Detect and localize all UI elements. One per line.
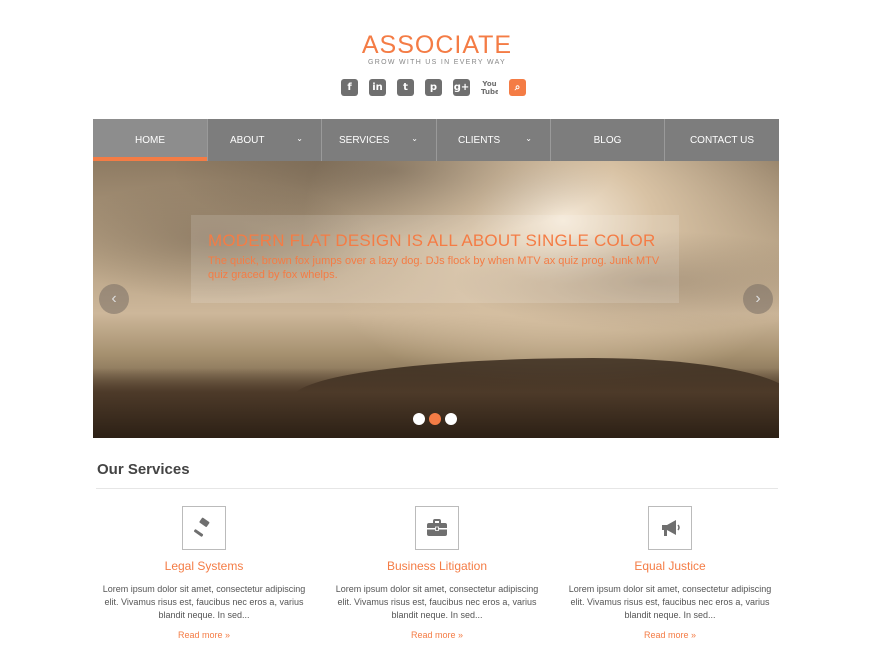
service-title[interactable]: Business Litigation bbox=[331, 559, 543, 574]
slider-prev-arrow-icon[interactable]: ‹ bbox=[99, 284, 129, 314]
slider-dot-2[interactable] bbox=[429, 413, 441, 425]
briefcase-icon[interactable] bbox=[415, 506, 459, 550]
service-card-equal-justice: Equal Justice Lorem ipsum dolor sit amet… bbox=[564, 506, 776, 641]
hero-slider: MODERN FLAT DESIGN IS ALL ABOUT SINGLE C… bbox=[93, 161, 779, 438]
chevron-down-icon: ⌄ bbox=[411, 134, 418, 143]
nav-item-blog[interactable]: BLOG bbox=[551, 119, 665, 161]
google-plus-icon[interactable]: g+ bbox=[453, 79, 470, 96]
service-card-legal-systems: Legal Systems Lorem ipsum dolor sit amet… bbox=[98, 506, 310, 641]
nav-label: CLIENTS bbox=[458, 134, 501, 146]
main-nav: HOME ABOUT ⌄ SERVICES ⌄ CLIENTS ⌄ BLOG C… bbox=[93, 119, 779, 161]
services-heading: Our Services bbox=[97, 461, 190, 478]
search-icon[interactable]: ⌕ bbox=[509, 79, 526, 96]
megaphone-icon[interactable] bbox=[648, 506, 692, 550]
nav-item-clients[interactable]: CLIENTS ⌄ bbox=[437, 119, 551, 161]
slide-caption: MODERN FLAT DESIGN IS ALL ABOUT SINGLE C… bbox=[191, 215, 679, 303]
nav-label: HOME bbox=[135, 134, 165, 146]
slider-next-arrow-icon[interactable]: › bbox=[743, 284, 773, 314]
service-card-business-litigation: Business Litigation Lorem ipsum dolor si… bbox=[331, 506, 543, 641]
nav-label: ABOUT bbox=[230, 134, 265, 146]
slider-dot-3[interactable] bbox=[445, 413, 457, 425]
service-title[interactable]: Legal Systems bbox=[98, 559, 310, 574]
social-icons: f in t p g+ You Tube ⌕ bbox=[341, 79, 526, 97]
linkedin-icon[interactable]: in bbox=[369, 79, 386, 96]
read-more-link[interactable]: Read more » bbox=[98, 630, 310, 641]
gavel-icon[interactable] bbox=[182, 506, 226, 550]
logo-title[interactable]: ASSOCIATE bbox=[0, 31, 874, 59]
nav-item-home[interactable]: HOME bbox=[93, 119, 208, 161]
service-text: Lorem ipsum dolor sit amet, consectetur … bbox=[335, 584, 539, 620]
slide-title: MODERN FLAT DESIGN IS ALL ABOUT SINGLE C… bbox=[208, 231, 656, 250]
slider-dot-1[interactable] bbox=[413, 413, 425, 425]
read-more-link[interactable]: Read more » bbox=[331, 630, 543, 641]
nav-label: SERVICES bbox=[339, 134, 390, 146]
slider-dots bbox=[413, 413, 457, 425]
nav-label: CONTACT US bbox=[689, 134, 755, 146]
nav-item-services[interactable]: SERVICES ⌄ bbox=[322, 119, 437, 161]
service-text: Lorem ipsum dolor sit amet, consectetur … bbox=[568, 584, 772, 620]
slide-text: The quick, brown fox jumps over a lazy d… bbox=[208, 255, 660, 281]
facebook-icon[interactable]: f bbox=[341, 79, 358, 96]
nav-item-about[interactable]: ABOUT ⌄ bbox=[208, 119, 322, 161]
chevron-down-icon: ⌄ bbox=[525, 134, 532, 143]
service-title[interactable]: Equal Justice bbox=[564, 559, 776, 574]
slide-ground bbox=[93, 368, 779, 438]
nav-label: BLOG bbox=[593, 134, 622, 146]
pinterest-icon[interactable]: p bbox=[425, 79, 442, 96]
twitter-icon[interactable]: t bbox=[397, 79, 414, 96]
nav-item-contact-us[interactable]: CONTACT US bbox=[665, 119, 779, 161]
site-logo[interactable]: ASSOCIATE GROW WITH US IN EVERY WAY bbox=[0, 31, 874, 67]
section-divider bbox=[96, 488, 778, 489]
chevron-down-icon: ⌄ bbox=[296, 134, 303, 143]
logo-tagline: GROW WITH US IN EVERY WAY bbox=[367, 59, 507, 66]
read-more-link[interactable]: Read more » bbox=[564, 630, 776, 641]
site-header: ASSOCIATE GROW WITH US IN EVERY WAY f in… bbox=[0, 0, 880, 119]
service-text: Lorem ipsum dolor sit amet, consectetur … bbox=[102, 584, 306, 620]
youtube-icon[interactable]: You Tube bbox=[481, 79, 498, 96]
